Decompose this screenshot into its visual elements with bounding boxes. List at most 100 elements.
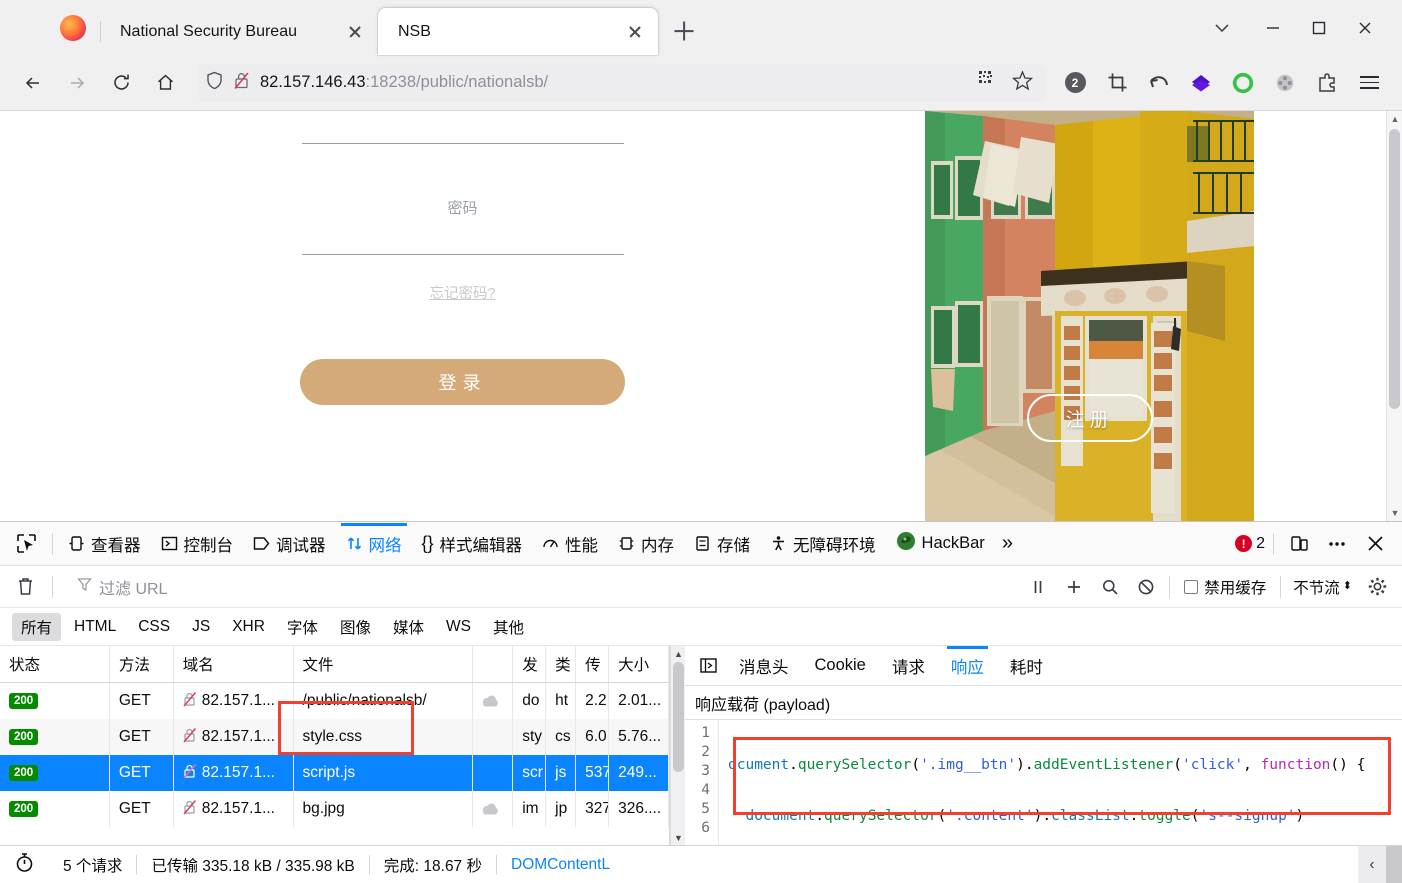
username-field-underline[interactable] [301,143,624,144]
page-scrollbar[interactable]: ▲ ▼ [1386,111,1402,521]
pause-icon[interactable] [1021,571,1055,603]
type-filter-image[interactable]: 图像 [331,613,380,641]
scroll-up-arrow-icon[interactable]: ▲ [671,646,686,661]
scroll-down-arrow-icon[interactable]: ▼ [1387,505,1402,521]
register-button[interactable]: 注册 [1026,394,1153,442]
tab-accessibility[interactable]: 无障碍环境 [761,523,885,565]
column-cause-icon [473,646,514,682]
chevron-down-icon[interactable] [1194,5,1250,51]
column-initiator[interactable]: 发 [513,646,547,682]
star-icon[interactable] [1007,69,1038,96]
new-tab-button[interactable] [664,11,704,51]
login-button[interactable]: 登录 [300,359,625,405]
tab-debugger[interactable]: 调试器 [244,523,335,565]
password-field-underline[interactable] [301,254,624,255]
back-arrow-icon[interactable] [12,62,54,104]
close-icon[interactable] [342,19,368,45]
minimize-button[interactable] [1250,5,1296,51]
home-icon[interactable] [144,62,186,104]
badge-count-icon[interactable]: 2 [1058,66,1092,100]
column-status[interactable]: 状态 [0,646,110,682]
element-picker-icon[interactable] [6,525,46,563]
type-filter-js[interactable]: JS [183,615,219,639]
forward-arrow-icon[interactable] [56,62,98,104]
table-row[interactable]: 200 GET 82.157.1... bg.jpg im jp 327 326… [0,791,669,827]
type-filter-ws[interactable]: WS [437,615,480,639]
scrollbar-thumb[interactable] [1389,129,1400,409]
type-filter-media[interactable]: 媒体 [384,613,433,641]
qr-code-icon[interactable] [973,70,1003,95]
maximize-button[interactable] [1296,5,1342,51]
cell-domain: 82.157.1... [174,791,294,827]
browser-tab-1[interactable]: National Security Bureau [100,8,378,55]
type-filter-xhr[interactable]: XHR [223,615,274,639]
detail-tab-request[interactable]: 请求 [880,646,937,685]
table-row[interactable]: 200 GET 82.157.1... style.css sty cs 6.0 [0,719,669,755]
table-row[interactable]: 200 GET 82.157.1... script.js scr js 537 [0,755,669,791]
tab-performance[interactable]: 性能 [533,523,607,565]
url-bar[interactable]: 82.157.146.43:18238/public/nationalsb/ [198,63,1046,102]
reload-icon[interactable] [100,62,142,104]
divider [52,532,53,555]
scrollbar-track[interactable] [1386,845,1402,883]
forgot-password-link[interactable]: 忘记密码? [429,282,495,303]
green-circle-icon[interactable] [1226,66,1260,100]
type-filter-font[interactable]: 字体 [278,613,327,641]
column-transferred[interactable]: 传 [576,646,610,682]
type-filter-html[interactable]: HTML [65,615,125,639]
shield-icon[interactable] [206,71,223,95]
type-filter-all[interactable]: 所有 [12,612,62,641]
disable-cache-checkbox[interactable]: 禁用缓存 [1176,576,1274,598]
close-window-button[interactable] [1342,5,1388,51]
response-code-viewer[interactable]: 1 2 3 4 5 6 ocument.querySelector('.img_… [685,720,1402,845]
trash-icon[interactable] [8,571,42,603]
scroll-down-arrow-icon[interactable]: ▼ [671,830,686,845]
tab-hackbar[interactable]: HackBar [887,523,994,565]
crop-icon[interactable] [1100,66,1134,100]
tab-memory[interactable]: 内存 [609,523,683,565]
scrollbar-thumb[interactable] [673,662,684,772]
scroll-up-arrow-icon[interactable]: ▲ [1387,111,1402,127]
scroll-left-arrow-icon[interactable]: ‹ [1358,845,1386,883]
tab-console[interactable]: 控制台 [152,523,243,565]
diamond-icon[interactable] [1184,66,1218,100]
detail-tab-cookie[interactable]: Cookie [803,646,878,685]
more-options-icon[interactable] [1320,527,1354,561]
undo-arrow-icon[interactable] [1142,66,1176,100]
column-file[interactable]: 文件 [294,646,474,682]
column-type[interactable]: 类 [546,646,577,682]
tab-inspector[interactable]: 查看器 [59,523,150,565]
hackbar-icon [896,531,916,556]
gray-wheel-icon[interactable] [1268,66,1302,100]
column-method[interactable]: 方法 [110,646,174,682]
type-filter-css[interactable]: CSS [129,615,179,639]
tab-network[interactable]: 网络 [337,522,411,565]
expand-panel-icon[interactable] [691,649,725,683]
detail-tab-response[interactable]: 响应 [939,646,996,685]
broken-lock-icon[interactable] [233,71,250,95]
throttle-dropdown[interactable]: 不节流 ⬍ [1287,576,1358,598]
tab-style-editor[interactable]: {} 样式编辑器 [413,523,532,565]
search-icon[interactable] [1093,571,1127,603]
column-size[interactable]: 大小 [609,646,669,682]
type-filter-other[interactable]: 其他 [484,613,533,641]
network-list-scrollbar[interactable]: ▲ ▼ [670,646,685,845]
browser-tab-2[interactable]: NSB [378,8,658,55]
detail-tab-timings[interactable]: 耗时 [998,646,1055,685]
cell-method: GET [110,791,174,827]
filter-url-input[interactable]: 过滤 URL [63,575,1015,599]
settings-gear-icon[interactable] [1360,571,1394,603]
extension-puzzle-icon[interactable] [1310,66,1344,100]
tab-storage[interactable]: 存储 [685,523,759,565]
column-domain[interactable]: 域名 [174,646,294,682]
overflow-chevron-icon[interactable]: » [996,532,1019,555]
hamburger-menu-icon[interactable] [1352,66,1386,100]
close-icon[interactable] [622,19,648,45]
close-devtools-icon[interactable] [1358,527,1392,561]
plus-icon[interactable] [1057,571,1091,603]
responsive-design-mode-icon[interactable] [1282,527,1316,561]
detail-tab-headers[interactable]: 消息头 [727,646,801,685]
error-count-badge[interactable]: ! 2 [1235,535,1265,553]
block-icon[interactable] [1129,571,1163,603]
table-row[interactable]: 200 GET 82.157.1... /public/nationalsb/ [0,683,669,719]
